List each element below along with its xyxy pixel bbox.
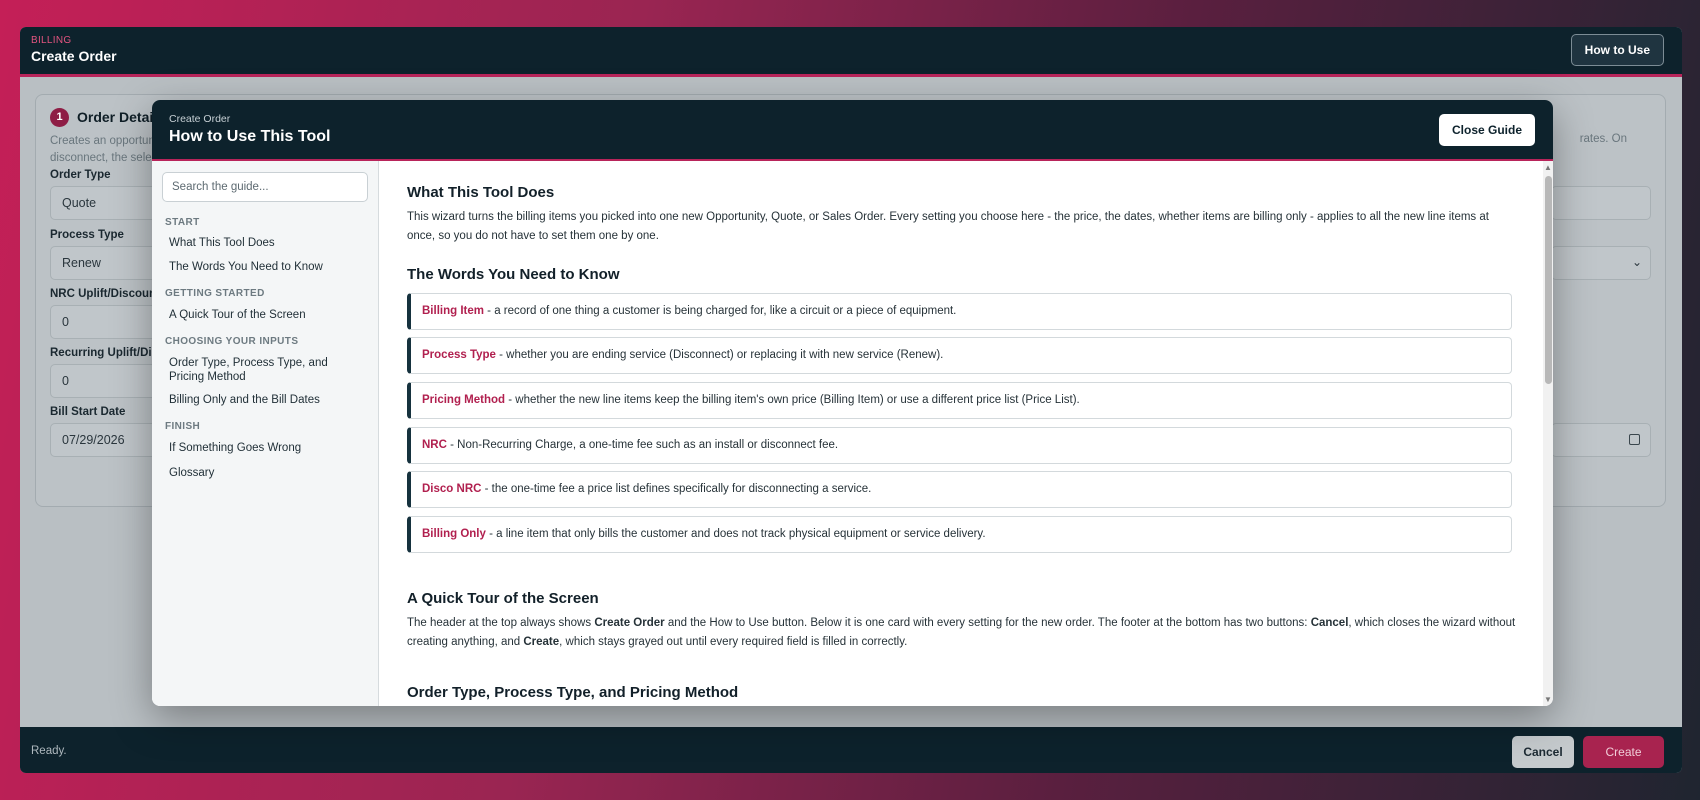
- right-date-field[interactable]: [1551, 423, 1651, 457]
- status-text: Ready.: [31, 745, 67, 757]
- term-key: Process Type: [422, 349, 496, 361]
- modal-header: Create Order How to Use This Tool Close …: [152, 100, 1553, 161]
- term-definition: - the one-time fee a price list defines …: [481, 483, 872, 495]
- nav-item-order-process-pricing[interactable]: Order Type, Process Type, and Pricing Me…: [169, 356, 364, 384]
- guide-content: What This Tool Does This wizard turns th…: [379, 161, 1543, 706]
- nav-item-glossary[interactable]: Glossary: [169, 466, 364, 480]
- term-definition: - whether you are ending service (Discon…: [495, 349, 944, 361]
- section-heading: The Words You Need to Know: [407, 266, 620, 283]
- section-text: This wizard turns the billing items you …: [407, 211, 1489, 242]
- scroll-up-icon[interactable]: ▲: [1544, 163, 1552, 172]
- nav-section-getting-started: GETTING STARTED: [165, 288, 265, 299]
- calendar-icon[interactable]: [1629, 434, 1640, 445]
- scrollbar-thumb[interactable]: [1545, 176, 1552, 384]
- nav-item-words-to-know[interactable]: The Words You Need to Know: [169, 260, 364, 274]
- modal-eyebrow: Create Order: [169, 113, 231, 125]
- section-text: The header at the top always shows Creat…: [407, 617, 1516, 648]
- nav-item-billing-only-dates[interactable]: Billing Only and the Bill Dates: [169, 393, 364, 407]
- term-definition: - a record of one thing a customer is be…: [483, 305, 957, 317]
- nav-item-what-this-tool-does[interactable]: What This Tool Does: [169, 236, 364, 250]
- scroll-down-icon[interactable]: ▼: [1544, 695, 1552, 704]
- term-card: Disco NRC - the one-time fee a price lis…: [407, 471, 1512, 508]
- page-title: Create Order: [31, 48, 117, 64]
- create-button[interactable]: Create: [1583, 736, 1664, 768]
- nrc-uplift-label: NRC Uplift/Discount: [50, 288, 160, 300]
- nav-section-finish: FINISH: [165, 421, 201, 432]
- card-title: Order Detail: [77, 109, 158, 125]
- content-scrollbar[interactable]: ▲ ▼: [1543, 161, 1553, 706]
- step-badge: 1: [50, 108, 69, 127]
- term-key: Billing Item: [422, 305, 484, 317]
- term-card: Pricing Method - whether the new line it…: [407, 382, 1512, 419]
- nav-item-quick-tour[interactable]: A Quick Tour of the Screen: [169, 308, 364, 322]
- app-header: BILLING Create Order How to Use: [20, 27, 1682, 77]
- term-key: Disco NRC: [422, 483, 482, 495]
- how-to-use-button[interactable]: How to Use: [1570, 34, 1664, 66]
- modal-title: How to Use This Tool: [169, 128, 331, 145]
- cancel-button[interactable]: Cancel: [1512, 736, 1574, 768]
- guide-search-input[interactable]: [162, 172, 368, 202]
- app-eyebrow: BILLING: [31, 35, 72, 46]
- process-type-label: Process Type: [50, 229, 124, 241]
- app-footer: Ready. Cancel Create: [20, 727, 1682, 773]
- section-heading: A Quick Tour of the Screen: [407, 590, 599, 607]
- term-card: Process Type - whether you are ending se…: [407, 337, 1512, 374]
- how-to-guide-modal: Create Order How to Use This Tool Close …: [152, 100, 1553, 706]
- close-guide-button[interactable]: Close Guide: [1438, 114, 1535, 146]
- bill-start-date-label: Bill Start Date: [50, 406, 126, 418]
- chevron-down-icon: ⌄: [1631, 255, 1642, 269]
- term-card: Billing Only - a line item that only bil…: [407, 516, 1512, 553]
- term-definition: - a line item that only bills the custom…: [485, 528, 986, 540]
- nav-section-choosing-inputs: CHOOSING YOUR INPUTS: [165, 336, 299, 347]
- nav-section-start: START: [165, 217, 200, 228]
- card-description-tail: rates. On: [1579, 133, 1627, 145]
- recurring-uplift-label: Recurring Uplift/Dis: [50, 347, 158, 359]
- right-field-1[interactable]: [1551, 186, 1651, 220]
- term-definition: - Non-Recurring Charge, a one-time fee s…: [446, 439, 839, 451]
- term-definition: - whether the new line items keep the bi…: [505, 394, 1080, 406]
- right-select-1[interactable]: ⌄: [1551, 246, 1651, 280]
- guide-sidebar: START What This Tool Does The Words You …: [152, 161, 379, 706]
- term-card: Billing Item - a record of one thing a c…: [407, 293, 1512, 330]
- nav-item-something-wrong[interactable]: If Something Goes Wrong: [169, 441, 364, 455]
- term-key: NRC: [422, 439, 447, 451]
- section-heading: What This Tool Does: [407, 184, 555, 201]
- term-key: Pricing Method: [422, 394, 506, 406]
- term-key: Billing Only: [422, 528, 486, 540]
- term-card: NRC - Non-Recurring Charge, a one-time f…: [407, 427, 1512, 464]
- order-type-label: Order Type: [50, 169, 111, 181]
- section-heading: Order Type, Process Type, and Pricing Me…: [407, 684, 739, 701]
